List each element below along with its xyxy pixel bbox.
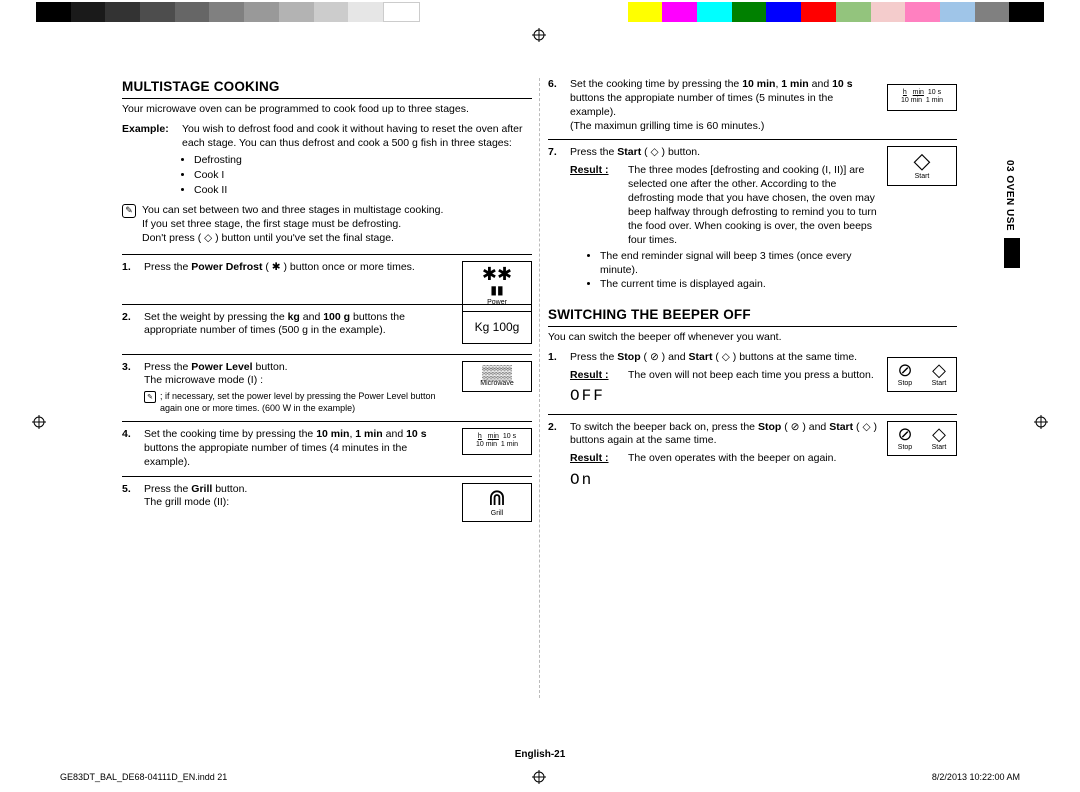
list-item: Cook I [194, 169, 532, 183]
step-6: 6. Set the cooking time by pressing the … [548, 78, 957, 133]
step-3-subnote: ✎ ; if necessary, set the power level by… [144, 391, 454, 415]
registration-mark-bottom [532, 770, 546, 784]
stop-start-icons: ⊘Stop ◇Start [887, 357, 957, 392]
footer-filename: GE83DT_BAL_DE68-04111D_EN.indd 21 [60, 772, 227, 782]
step-7: 7. Press the Start ( ◇ ) button. Result … [548, 139, 957, 292]
note-box: ✎ You can set between two and three stag… [122, 204, 532, 246]
note-text: You can set between two and three stages… [142, 204, 443, 246]
side-tab: 03 OVEN USE [1004, 160, 1020, 340]
beeper-step-2: 2. To switch the beeper back on, press t… [548, 414, 957, 492]
step-4: 4. Set the cooking time by pressing the … [122, 421, 532, 470]
heading-multistage: MULTISTAGE COOKING [122, 78, 532, 99]
beeper-step-1: 1. Press the Stop ( ⊘ ) and Start ( ◇ ) … [548, 351, 957, 408]
list-item: Cook II [194, 184, 532, 198]
note-icon: ✎ [122, 204, 136, 218]
example-text: You wish to defrost food and cook it wit… [182, 123, 532, 151]
list-item: Defrosting [194, 154, 532, 168]
note-icon: ✎ [144, 391, 156, 403]
intro-beeper: You can switch the beeper off whenever y… [548, 331, 957, 345]
page-number: English-21 [0, 749, 1080, 760]
registration-mark-right [1034, 415, 1048, 429]
grill-icon: ⋒ Grill [462, 483, 532, 522]
result-sublist: The end reminder signal will beep 3 time… [600, 250, 879, 292]
result-block: Result : The three modes [defrosting and… [570, 164, 879, 247]
microwave-icon: ▒▒▒ Microwave [462, 361, 532, 392]
step-1: 1. Press the Power Defrost ( ✱ ) button … [122, 254, 532, 298]
result-block: Result : The oven will not beep each tim… [570, 369, 879, 383]
step-2: 2. Set the weight by pressing the kg and… [122, 304, 532, 348]
left-column: MULTISTAGE COOKING Your microwave oven c… [122, 78, 540, 698]
page-content: MULTISTAGE COOKING Your microwave oven c… [122, 78, 958, 718]
footer-timestamp: 8/2/2013 10:22:00 AM [932, 772, 1020, 782]
time-buttons-icon: h min 10 s 10 min 1 min [887, 84, 957, 111]
example-block: Example: You wish to defrost food and co… [122, 123, 532, 151]
step-3: 3. Press the Power Level button. The mic… [122, 354, 532, 415]
step-5: 5. Press the Grill button. The grill mod… [122, 476, 532, 520]
display-on: On [570, 470, 879, 491]
stop-start-icons: ⊘Stop ◇Start [887, 421, 957, 456]
intro-text: Your microwave oven can be programmed to… [122, 103, 532, 117]
time-buttons-icon: h min 10 s 10 min 1 min [462, 428, 532, 455]
example-label: Example: [122, 123, 182, 151]
heading-beeper: SWITCHING THE BEEPER OFF [548, 306, 957, 327]
registration-mark-left [32, 415, 46, 429]
color-calibration-strip [36, 2, 1044, 22]
side-tab-marker [1004, 238, 1020, 268]
result-block: Result : The oven operates with the beep… [570, 452, 879, 466]
side-tab-label: 03 OVEN USE [1004, 160, 1015, 231]
start-icon: ◇ Start [887, 146, 957, 185]
right-column: 6. Set the cooking time by pressing the … [539, 78, 957, 698]
display-off: OFF [570, 386, 879, 407]
registration-mark-top [532, 28, 546, 42]
stage-list: Defrosting Cook I Cook II [194, 154, 532, 198]
weight-icon: Kg 100g [462, 311, 532, 345]
